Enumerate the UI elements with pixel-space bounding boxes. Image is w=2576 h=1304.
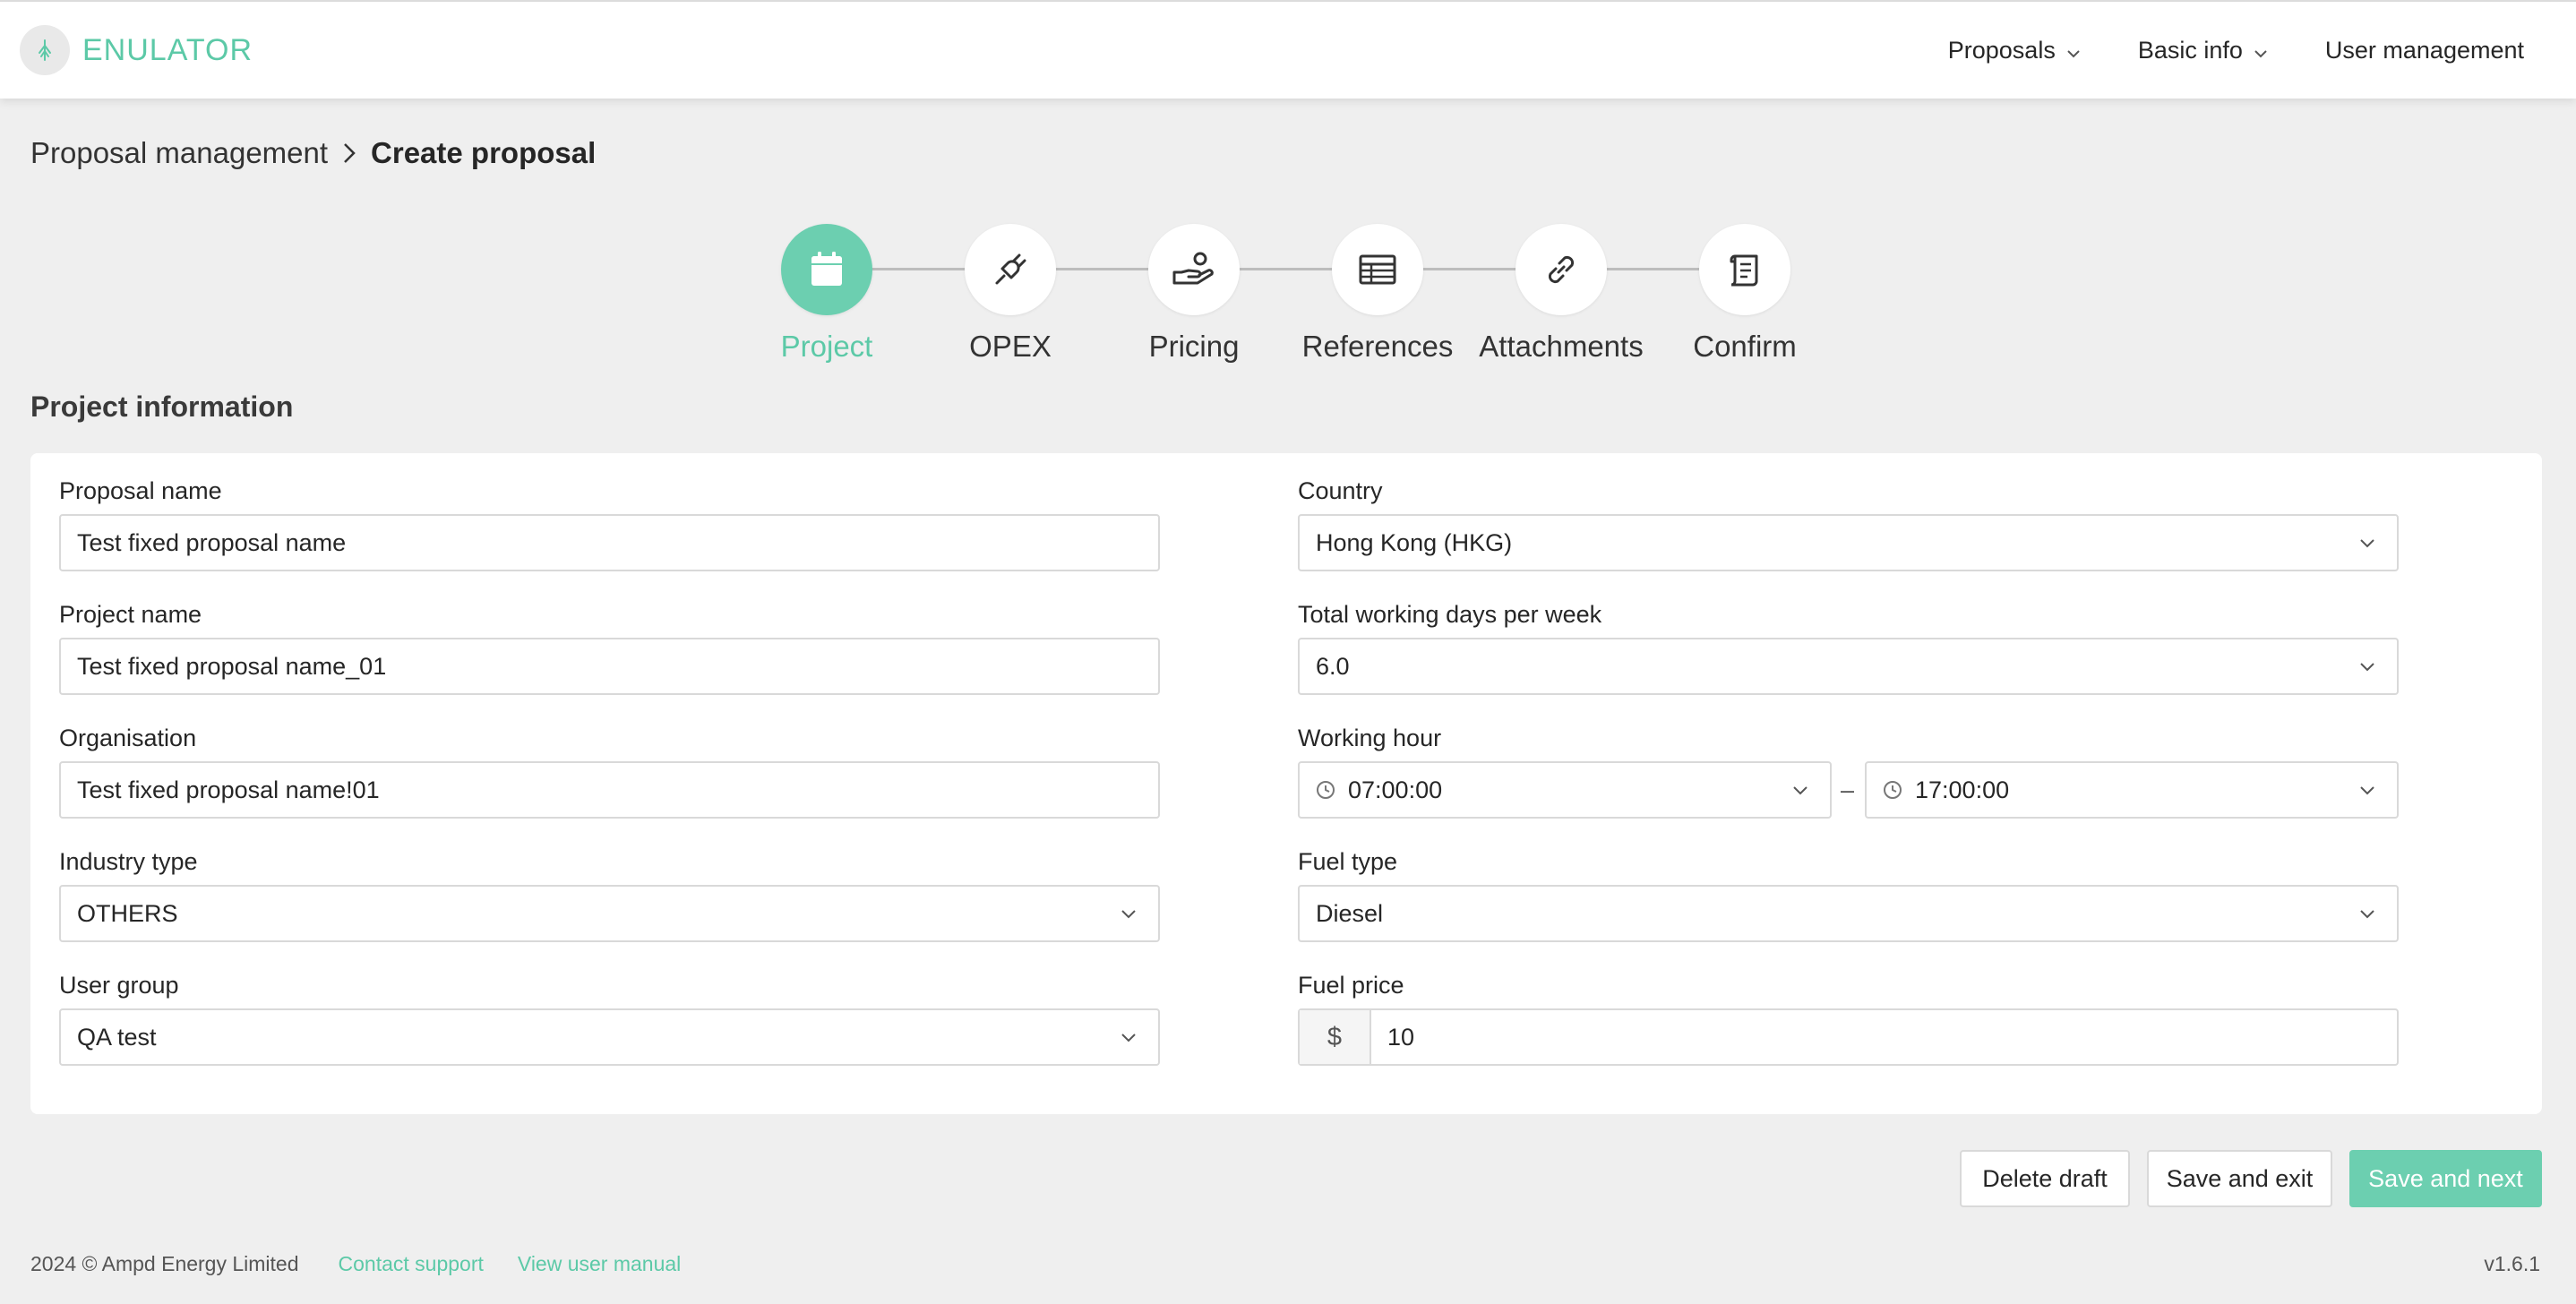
clock-icon bbox=[1316, 780, 1335, 800]
chevron-down-icon bbox=[2359, 538, 2375, 548]
logo-mark-icon bbox=[20, 25, 70, 75]
country-value: Hong Kong (HKG) bbox=[1316, 528, 1513, 556]
proposal-name-input[interactable]: Test fixed proposal name bbox=[59, 514, 1160, 571]
currency-addon: $ bbox=[1300, 1010, 1371, 1064]
breadcrumb-current: Create proposal bbox=[371, 136, 597, 169]
link-icon bbox=[1516, 224, 1607, 315]
wizard-steps: Project OPEX Pricing References Attachme… bbox=[780, 224, 1797, 376]
footer-copyright: 2024 © Ampd Energy Limited bbox=[30, 1252, 299, 1275]
step-attachments-label: Attachments bbox=[1479, 330, 1644, 363]
fuel-type-value: Diesel bbox=[1316, 899, 1384, 927]
chevron-down-icon bbox=[2066, 37, 2081, 64]
country-field: Country Hong Kong (HKG) bbox=[1298, 476, 2399, 571]
working-days-select[interactable]: 6.0 bbox=[1298, 638, 2399, 695]
fuel-type-select[interactable]: Diesel bbox=[1298, 885, 2399, 942]
nav-basic-info[interactable]: Basic info bbox=[2138, 37, 2268, 64]
nav-proposals[interactable]: Proposals bbox=[1948, 37, 2081, 64]
industry-type-field: Industry type OTHERS bbox=[59, 847, 1160, 942]
breadcrumb-proposal-management[interactable]: Proposal management bbox=[30, 136, 328, 170]
organisation-label: Organisation bbox=[59, 725, 197, 751]
project-info-card: Proposal name Test fixed proposal name P… bbox=[30, 453, 2542, 1114]
calendar-icon bbox=[781, 224, 872, 315]
industry-type-label: Industry type bbox=[59, 848, 198, 875]
step-opex-label: OPEX bbox=[969, 330, 1052, 363]
user-manual-link[interactable]: View user manual bbox=[518, 1252, 681, 1276]
clock-icon bbox=[1883, 780, 1902, 800]
chevron-down-icon bbox=[2359, 662, 2375, 672]
plug-icon bbox=[965, 224, 1056, 315]
nav-basic-info-label: Basic info bbox=[2137, 36, 2243, 64]
step-project[interactable]: Project bbox=[737, 224, 916, 364]
chevron-down-icon bbox=[2359, 785, 2375, 795]
user-group-select[interactable]: QA test bbox=[59, 1008, 1160, 1066]
step-references-label: References bbox=[1301, 330, 1454, 363]
working-hour-start-select[interactable]: 07:00:00 bbox=[1298, 761, 1832, 819]
organisation-field: Organisation Test fixed proposal name!01 bbox=[59, 724, 1160, 819]
working-hour-end-select[interactable]: 17:00:00 bbox=[1865, 761, 2399, 819]
fuel-type-field: Fuel type Diesel bbox=[1298, 847, 2399, 942]
working-days-value: 6.0 bbox=[1316, 652, 1350, 680]
working-hour-label: Working hour bbox=[1298, 725, 1442, 751]
step-references[interactable]: References bbox=[1288, 224, 1467, 364]
fuel-price-input[interactable]: $ 10 bbox=[1298, 1008, 2399, 1066]
step-opex[interactable]: OPEX bbox=[921, 224, 1100, 364]
project-name-field: Project name Test fixed proposal name_01 bbox=[59, 600, 1160, 695]
working-hour-field: Working hour 07:00:00 – 17:00:00 bbox=[1298, 724, 2399, 819]
top-header: ENULATOR Proposals Basic info User manag… bbox=[0, 0, 2576, 99]
scroll-icon bbox=[1699, 224, 1790, 315]
chevron-down-icon bbox=[1121, 1033, 1137, 1042]
working-days-label: Total working days per week bbox=[1298, 601, 1602, 628]
proposal-name-field: Proposal name Test fixed proposal name bbox=[59, 476, 1160, 571]
organisation-input[interactable]: Test fixed proposal name!01 bbox=[59, 761, 1160, 819]
step-pricing-label: Pricing bbox=[1148, 330, 1240, 363]
chevron-down-icon bbox=[2254, 37, 2268, 64]
hand-coin-icon bbox=[1148, 224, 1240, 315]
organisation-value: Test fixed proposal name!01 bbox=[77, 776, 380, 803]
working-days-field: Total working days per week 6.0 bbox=[1298, 600, 2399, 695]
nav-user-management-label: User management bbox=[2324, 36, 2524, 64]
country-label: Country bbox=[1298, 477, 1383, 504]
breadcrumb: Proposal management Create proposal bbox=[30, 136, 596, 170]
project-name-label: Project name bbox=[59, 601, 202, 628]
section-title: Project information bbox=[30, 390, 294, 423]
chevron-down-icon bbox=[1792, 785, 1808, 795]
table-icon bbox=[1332, 224, 1423, 315]
user-group-label: User group bbox=[59, 972, 179, 999]
step-confirm-label: Confirm bbox=[1693, 330, 1797, 363]
project-name-input[interactable]: Test fixed proposal name_01 bbox=[59, 638, 1160, 695]
user-group-field: User group QA test bbox=[59, 971, 1160, 1066]
step-project-label: Project bbox=[780, 330, 873, 363]
chevron-down-icon bbox=[1121, 909, 1137, 919]
app-version: v1.6.1 bbox=[2484, 1252, 2540, 1275]
contact-support-link[interactable]: Contact support bbox=[339, 1252, 484, 1276]
fuel-price-value: 10 bbox=[1387, 1023, 1415, 1051]
industry-type-select[interactable]: OTHERS bbox=[59, 885, 1160, 942]
user-group-value: QA test bbox=[77, 1023, 157, 1051]
industry-type-value: OTHERS bbox=[77, 899, 178, 927]
step-confirm[interactable]: Confirm bbox=[1655, 224, 1834, 364]
main-nav: Proposals Basic info User management bbox=[1891, 2, 2524, 99]
save-and-next-button[interactable]: Save and next bbox=[2349, 1150, 2542, 1207]
delete-draft-button[interactable]: Delete draft bbox=[1960, 1150, 2130, 1207]
proposal-name-value: Test fixed proposal name bbox=[77, 528, 347, 556]
logo-text: ENULATOR bbox=[82, 32, 253, 67]
nav-proposals-label: Proposals bbox=[1947, 36, 2056, 64]
app-logo[interactable]: ENULATOR bbox=[20, 25, 253, 75]
save-and-exit-button[interactable]: Save and exit bbox=[2147, 1150, 2332, 1207]
working-hour-start-value: 07:00:00 bbox=[1348, 776, 1443, 803]
country-select[interactable]: Hong Kong (HKG) bbox=[1298, 514, 2399, 571]
step-pricing[interactable]: Pricing bbox=[1104, 224, 1284, 364]
step-attachments[interactable]: Attachments bbox=[1472, 224, 1651, 364]
project-name-value: Test fixed proposal name_01 bbox=[77, 652, 387, 680]
working-hour-end-value: 17:00:00 bbox=[1915, 776, 2010, 803]
fuel-price-label: Fuel price bbox=[1298, 972, 1404, 999]
fuel-price-field: Fuel price $ 10 bbox=[1298, 971, 2399, 1066]
working-hour-separator: – bbox=[1841, 776, 1855, 803]
footer: 2024 © Ampd Energy Limited Contact suppo… bbox=[30, 1252, 681, 1276]
chevron-right-icon bbox=[342, 142, 356, 165]
fuel-type-label: Fuel type bbox=[1298, 848, 1398, 875]
chevron-down-icon bbox=[2359, 909, 2375, 919]
nav-user-management[interactable]: User management bbox=[2325, 37, 2524, 64]
proposal-name-label: Proposal name bbox=[59, 477, 222, 504]
